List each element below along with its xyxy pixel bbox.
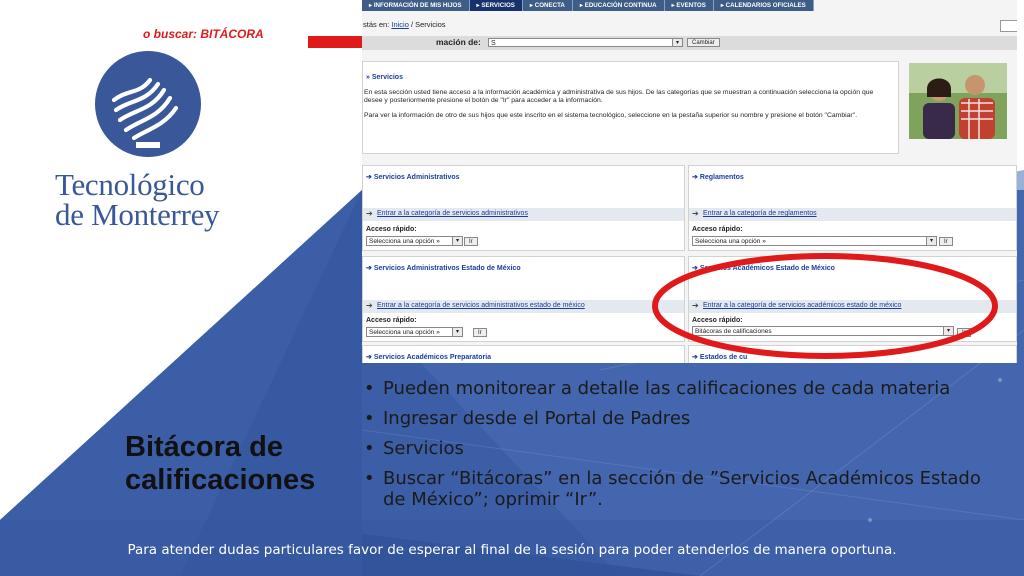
enter-category-link[interactable]: Entrar a la categoría de servicios admin… — [377, 302, 585, 309]
portal-top-nav: ▸ INFORMACIÓN DE MIS HIJOS ▸ SERVICIOS ▸… — [362, 0, 814, 11]
search-hint: o buscar: BITÁCORA — [143, 27, 264, 41]
wordmark-line-2: de Monterrey — [55, 197, 220, 232]
child-selector-bar: mación de: S ▾ Cambiar — [362, 36, 1017, 50]
services-intro-panel: » Servicios En esta sección usted tiene … — [362, 61, 899, 154]
arrow-right-icon: ➔ — [366, 301, 373, 310]
enter-category-bar: ➔ Entrar a la categoría de servicios adm… — [363, 300, 684, 313]
bullet-item: Pueden monitorear a detalle las califica… — [362, 378, 982, 399]
arrow-right-icon: ➔ — [366, 209, 373, 218]
footer-note: Para atender dudas particulares favor de… — [127, 542, 897, 558]
nav-eventos[interactable]: ▸ EVENTOS — [665, 0, 714, 11]
go-button[interactable]: Ir — [473, 328, 487, 337]
quick-access-select[interactable]: Selecciona una opción » ▾ — [692, 236, 937, 246]
quick-access-select[interactable]: Selecciona una opción » ▾ — [366, 236, 463, 246]
arrow-right-icon: ➔ — [692, 209, 699, 218]
services-intro-p1: En esta sección usted tiene acceso a la … — [364, 89, 874, 105]
go-button[interactable]: Ir — [464, 237, 478, 246]
tec-wordmark: Tecnológico de Monterrey — [55, 167, 220, 232]
bullet-item: Ingresar desde el Portal de Padres — [362, 408, 982, 429]
nav-conecta[interactable]: ▸ CONECTA — [523, 0, 573, 11]
change-button[interactable]: Cambiar — [687, 38, 720, 47]
wordmark-line-1: Tecnológico — [55, 167, 205, 202]
child-selector-value: S — [491, 40, 496, 47]
red-highlight-ellipse — [652, 253, 998, 359]
breadcrumb-home-link[interactable]: Inicio — [391, 20, 409, 29]
panel-reglamentos: ➔ Reglamentos ➔ Entrar a la categoría de… — [688, 165, 1017, 251]
panel-title: ➔ Servicios Administrativos Estado de Mé… — [366, 265, 521, 272]
child-selector[interactable]: S ▾ — [488, 38, 683, 47]
quick-access-label: Acceso rápido: — [692, 226, 743, 233]
chevron-down-icon[interactable]: ▾ — [926, 237, 936, 245]
bullet-item: Servicios — [362, 438, 982, 459]
breadcrumb-prefix: stás en: — [363, 20, 390, 29]
bullet-list: Pueden monitorear a detalle las califica… — [362, 378, 982, 519]
bullet-item: Buscar “Bitácoras” en la sección de ”Ser… — [362, 468, 982, 510]
panel-servicios-academicos-prepa: ➔ Servicios Académicos Preparatoria — [362, 345, 685, 363]
services-intro-text: En esta sección usted tiene acceso a la … — [364, 89, 884, 126]
top-right-button[interactable] — [1000, 20, 1017, 32]
nav-servicios[interactable]: ▸ SERVICIOS — [469, 0, 523, 11]
panel-servicios-administrativos-edomex: ➔ Servicios Administrativos Estado de Mé… — [362, 256, 685, 342]
panel-title: ➔ Servicios Académicos Preparatoria — [366, 354, 492, 361]
slide-title-line-2: calificaciones — [125, 464, 316, 496]
slide-title-line-1: Bitácora de — [125, 431, 283, 463]
enter-category-link[interactable]: Entrar a la categoría de reglamentos — [703, 210, 817, 217]
panel-title: ➔ Reglamentos — [692, 174, 744, 181]
chevron-down-icon[interactable]: ▾ — [452, 237, 462, 245]
quick-access-select[interactable]: Selecciona una opción » ▾ — [366, 327, 463, 337]
parents-photo — [909, 63, 1007, 139]
nav-educacion-continua[interactable]: ▸ EDUCACIÓN CONTINUA — [573, 0, 665, 11]
chevron-down-icon[interactable]: ▾ — [672, 39, 682, 46]
breadcrumb-current: / Servicios — [410, 20, 446, 29]
services-intro-p2: Para ver la información de otro de sus h… — [364, 111, 857, 119]
quick-access-label: Acceso rápido: — [366, 226, 417, 233]
enter-category-link[interactable]: Entrar a la categoría de servicios admin… — [377, 210, 528, 217]
panel-servicios-administrativos: ➔ Servicios Administrativos ➔ Entrar a l… — [362, 165, 685, 251]
enter-category-bar: ➔ Entrar a la categoría de servicios adm… — [363, 208, 684, 221]
chevron-down-icon[interactable]: ▾ — [452, 328, 462, 336]
tec-flame-logo-icon — [95, 51, 201, 157]
nav-calendarios[interactable]: ▸ CALENDARIOS OFICIALES — [714, 0, 814, 11]
breadcrumb: stás en: Inicio / Servicios — [363, 20, 446, 29]
quick-access-label: Acceso rápido: — [366, 317, 417, 324]
child-selector-label: mación de: — [436, 37, 481, 47]
panel-title: ➔ Servicios Administrativos — [366, 174, 460, 181]
enter-category-bar: ➔ Entrar a la categoría de reglamentos — [689, 208, 1016, 221]
nav-info-hijos[interactable]: ▸ INFORMACIÓN DE MIS HIJOS — [362, 0, 470, 11]
services-intro-title: » Servicios — [366, 74, 403, 81]
go-button[interactable]: Ir — [939, 237, 953, 246]
slide-title: Bitácora de calificaciones — [125, 431, 315, 497]
